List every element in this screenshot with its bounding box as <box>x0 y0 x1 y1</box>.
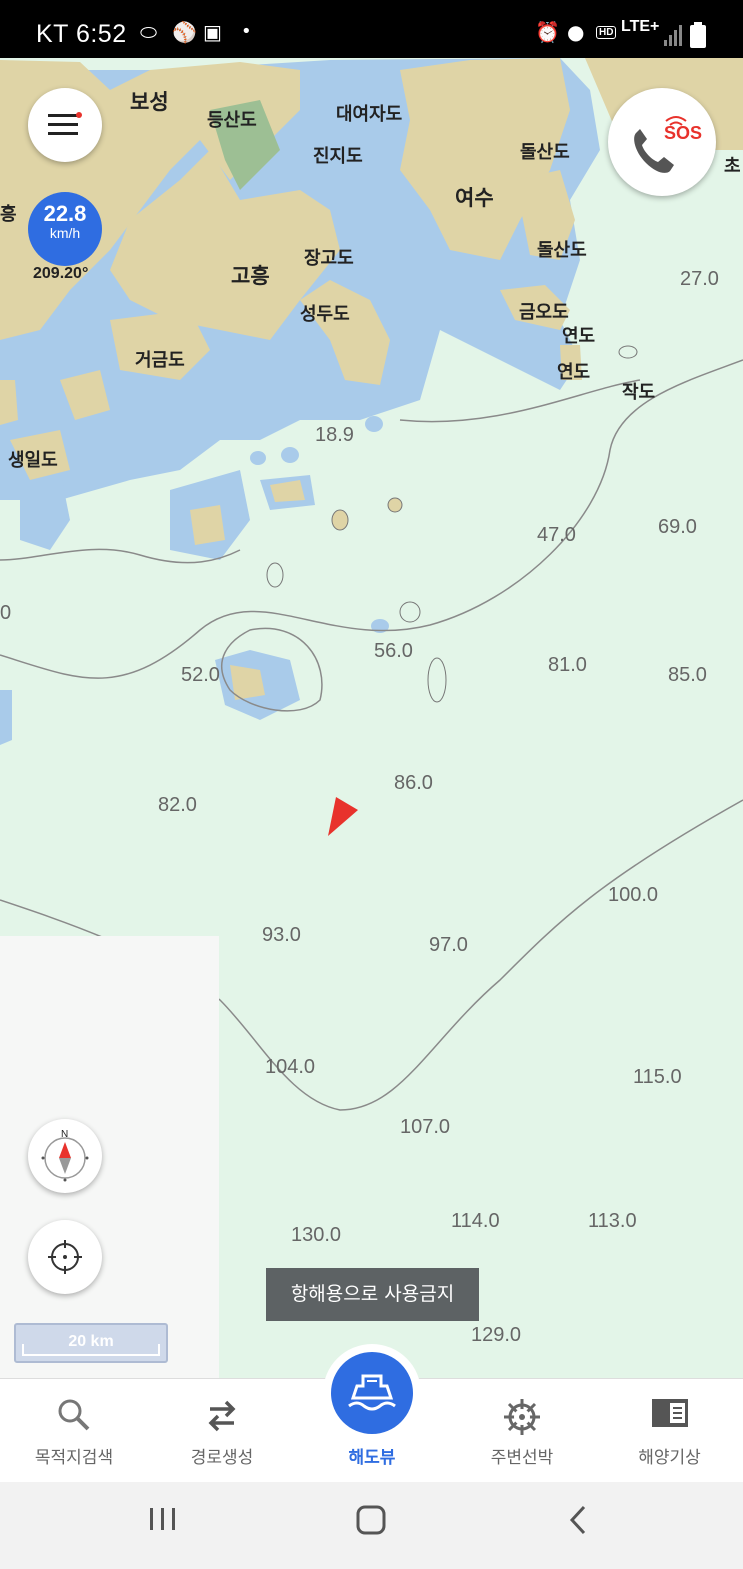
depth-label: 129.0 <box>471 1324 522 1346</box>
battery-icon <box>690 22 706 48</box>
depth-label: 52.0 <box>181 664 220 686</box>
place-label-saengildo: 생일도 <box>8 450 58 471</box>
compass-button[interactable]: N <box>28 1119 102 1193</box>
place-label-seongdudo: 성두도 <box>300 304 350 325</box>
place-label-goheung: 고흥 <box>231 264 270 288</box>
hd-voice-icon: HD <box>596 26 617 39</box>
signal-icon <box>664 25 682 46</box>
more-notifications-dot: • <box>241 21 252 42</box>
depth-label: 69.0 <box>658 516 697 538</box>
nav-label: 주변선박 <box>490 1448 554 1468</box>
depth-label: 113.0 <box>588 1210 637 1232</box>
status-bar: KT 6:52 ⬭ ⚾ ▣ • ⏰ ● HD LTE+ <box>0 0 743 58</box>
speed-indicator: 22.8 km/h <box>28 192 102 266</box>
place-label-janggodo: 장고도 <box>304 248 354 269</box>
depth-label: 18.9 <box>315 424 354 446</box>
nav-marine-weather[interactable]: 해양기상 <box>596 1379 743 1483</box>
compass-icon: N <box>41 1129 89 1182</box>
ship-wheel-icon <box>504 1399 540 1435</box>
nav-label: 해양기상 <box>638 1448 701 1468</box>
depth-label: 130.0 <box>291 1224 342 1246</box>
depth-label: 97.0 <box>429 934 468 956</box>
depth-label: 115.0 <box>633 1066 682 1088</box>
my-location-button[interactable] <box>28 1220 102 1294</box>
depth-label: 104.0 <box>265 1056 316 1078</box>
pill-icon: ⬭ <box>140 20 158 44</box>
system-navigation-bar <box>0 1482 743 1569</box>
place-label-jakdo: 작도 <box>622 382 656 403</box>
place-label-boseong: 보성 <box>130 90 169 114</box>
place-label-heung: 흥 <box>0 204 17 225</box>
sos-phone-icon: SOS <box>634 116 702 173</box>
sos-button[interactable]: SOS <box>608 88 716 196</box>
compass-north-label: N <box>61 1129 68 1140</box>
nav-label: 경로생성 <box>190 1448 254 1468</box>
status-carrier-time: KT 6:52 <box>36 20 127 48</box>
place-label-yeosu: 여수 <box>455 186 494 210</box>
nav-destination-search[interactable]: 목적지검색 <box>0 1379 148 1483</box>
speed-value: 22.8 <box>43 201 87 226</box>
map-scale-bar: 20 km <box>14 1323 168 1363</box>
place-label-geumodo: 금오도 <box>519 302 569 323</box>
place-label-daeyeojado: 대여자도 <box>336 104 403 125</box>
depth-label: 107.0 <box>400 1116 451 1138</box>
app-notification-icon: ▣ <box>203 20 222 44</box>
nav-label: 해도뷰 <box>348 1448 396 1468</box>
depth-label: 27.0 <box>680 268 719 290</box>
nav-label: 목적지검색 <box>34 1448 114 1468</box>
hamburger-icon <box>48 112 82 135</box>
place-label-jinjido: 진지도 <box>313 146 363 167</box>
navigation-disclaimer: 항해용으로 사용금지 <box>266 1268 479 1321</box>
place-label-dolsando: 돌산도 <box>537 240 587 261</box>
crosshair-icon <box>48 1240 82 1274</box>
alarm-icon: ⏰ <box>535 20 560 44</box>
baseball-icon: ⚾ <box>172 20 197 44</box>
home-icon[interactable] <box>355 1504 387 1536</box>
depth-label: 85.0 <box>668 664 707 686</box>
depth-label: 100.0 <box>608 884 659 906</box>
depth-label: 0 <box>0 602 12 624</box>
nav-route-create[interactable]: 경로생성 <box>148 1379 296 1483</box>
route-icon <box>208 1400 236 1432</box>
recent-apps-icon[interactable] <box>148 1504 178 1534</box>
nav-nearby-vessels[interactable]: 주변선박 <box>448 1379 596 1483</box>
depth-label: 82.0 <box>158 794 197 816</box>
depth-label: 47.0 <box>537 524 576 546</box>
menu-button[interactable] <box>28 88 102 162</box>
place-label-deungsando: 등산도 <box>207 110 257 131</box>
place-label-yeondo-2: 연도 <box>557 362 591 383</box>
search-icon <box>58 1399 90 1431</box>
place-label-yeondo-1: 연도 <box>562 326 596 347</box>
ship-icon <box>348 1374 396 1411</box>
vessel-marker <box>328 797 358 836</box>
place-label-geogeumdo: 거금도 <box>135 350 185 371</box>
speed-unit: km/h <box>49 225 81 241</box>
network-type: LTE+ <box>621 18 660 35</box>
back-icon[interactable] <box>566 1504 590 1536</box>
sos-label: SOS <box>664 123 702 143</box>
depth-label: 81.0 <box>548 654 587 676</box>
location-icon: ● <box>567 20 585 44</box>
depth-label: 93.0 <box>262 924 301 946</box>
chart-view-fab[interactable] <box>323 1344 421 1442</box>
depth-label: 114.0 <box>451 1210 500 1232</box>
place-label-cho: 초 <box>724 156 741 177</box>
heading-value: 209.20° <box>33 265 89 282</box>
depth-label: 56.0 <box>374 640 413 662</box>
place-label-dolsando-top: 돌산도 <box>520 142 570 163</box>
depth-label: 86.0 <box>394 772 433 794</box>
book-icon <box>651 1399 688 1427</box>
